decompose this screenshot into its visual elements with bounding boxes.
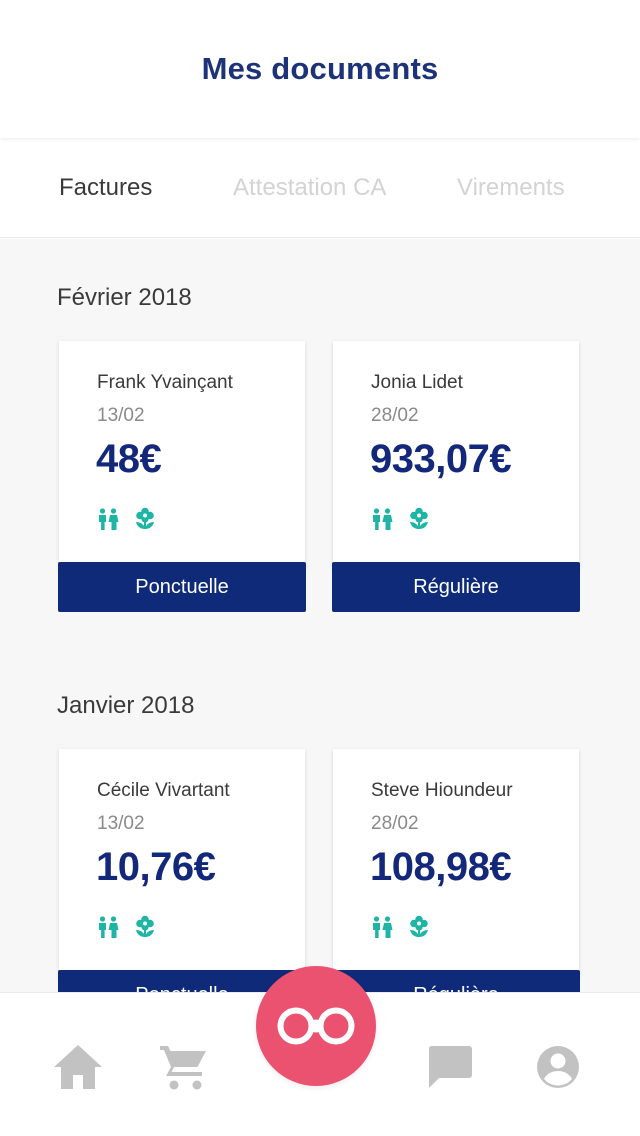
flower-icon — [408, 507, 430, 531]
flower-icon — [134, 915, 156, 939]
card-person-name: Jonia Lidet — [371, 372, 463, 393]
card-amount: 48€ — [96, 437, 162, 481]
card-person-name: Steve Hioundeur — [371, 780, 513, 801]
card-body: Jonia Lidet 28/02 933,07€ — [333, 341, 579, 569]
card-person-name: Frank Yvainçant — [97, 372, 233, 393]
card-icons — [370, 507, 430, 531]
month-heading: Janvier 2018 — [57, 692, 195, 719]
card-amount: 933,07€ — [370, 437, 512, 481]
page-title: Mes documents — [201, 51, 439, 86]
infinity-icon[interactable] — [256, 966, 376, 1086]
app-header: Mes documents — [0, 0, 640, 138]
month-heading: Février 2018 — [57, 284, 192, 311]
card-amount: 108,98€ — [370, 845, 512, 889]
card-icons — [96, 915, 156, 939]
card-icons — [370, 915, 430, 939]
cart-icon[interactable] — [155, 1039, 211, 1095]
frequency-button[interactable]: Ponctuelle — [58, 562, 306, 612]
card-date: 13/02 — [97, 813, 145, 834]
card-amount: 10,76€ — [96, 845, 216, 889]
children-icon — [370, 915, 394, 939]
tab-attestation-ca[interactable]: Attestation CA — [233, 138, 386, 238]
frequency-button[interactable]: Régulière — [332, 562, 580, 612]
frequency-button[interactable]: Régulière — [332, 970, 580, 992]
flower-icon — [408, 915, 430, 939]
home-icon[interactable] — [50, 1039, 106, 1095]
card-body: Steve Hioundeur 28/02 108,98€ — [333, 749, 579, 977]
card-body: Cécile Vivartant 13/02 10,76€ — [59, 749, 305, 977]
children-icon — [96, 915, 120, 939]
invoice-card[interactable]: Jonia Lidet 28/02 933,07€ Régulière — [332, 341, 580, 613]
invoice-card[interactable]: Steve Hioundeur 28/02 108,98€ Régulière — [332, 749, 580, 992]
children-icon — [370, 507, 394, 531]
card-date: 28/02 — [371, 405, 419, 426]
tab-virements[interactable]: Virements — [457, 138, 565, 238]
chat-icon[interactable] — [422, 1039, 478, 1095]
card-body: Frank Yvainçant 13/02 48€ — [59, 341, 305, 569]
invoice-card[interactable]: Frank Yvainçant 13/02 48€ Ponctuelle — [58, 341, 306, 613]
documents-list[interactable]: Février 2018 Frank Yvainçant 13/02 48€ P… — [0, 239, 640, 992]
children-icon — [96, 507, 120, 531]
card-person-name: Cécile Vivartant — [97, 780, 230, 801]
tab-factures[interactable]: Factures — [59, 138, 152, 238]
flower-icon — [134, 507, 156, 531]
card-date: 28/02 — [371, 813, 419, 834]
card-date: 13/02 — [97, 405, 145, 426]
tab-bar: Factures Attestation CA Virements — [0, 138, 640, 238]
account-icon[interactable] — [530, 1039, 586, 1095]
invoice-card[interactable]: Cécile Vivartant 13/02 10,76€ Ponctuelle — [58, 749, 306, 992]
card-icons — [96, 507, 156, 531]
